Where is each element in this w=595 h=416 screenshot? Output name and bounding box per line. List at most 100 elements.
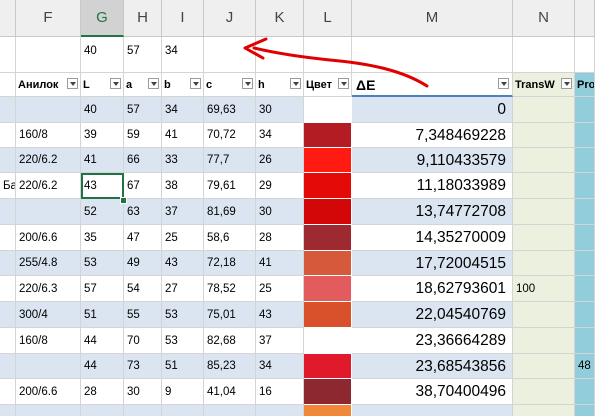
header-cell-j[interactable]: c (204, 73, 256, 97)
table-cell[interactable]: 47 (124, 225, 162, 251)
table-cell[interactable]: 51 (81, 302, 124, 328)
table-cell[interactable]: 39 (81, 123, 124, 148)
table-cell[interactable]: 58,6 (204, 225, 256, 251)
table-cell[interactable]: 34 (162, 97, 204, 123)
table-cell[interactable]: 79,61 (204, 173, 256, 199)
table-cell[interactable] (513, 328, 575, 354)
table-cell[interactable]: 55 (124, 302, 162, 328)
table-cell[interactable]: 220/6.3 (16, 276, 81, 302)
table-cell[interactable] (513, 405, 575, 416)
header-cell-i[interactable]: b (162, 73, 204, 97)
table-cell[interactable]: 160/8 (16, 328, 81, 354)
table-cell[interactable]: 38 (162, 173, 204, 199)
table-cell[interactable]: 200/6.6 (16, 379, 81, 405)
table-cell[interactable]: 40 (81, 97, 124, 123)
delta-e-cell[interactable]: 11,18033989 (352, 173, 513, 199)
delta-e-cell[interactable]: 18,62793601 (352, 276, 513, 302)
table-cell[interactable]: 57 (81, 276, 124, 302)
table-cell[interactable]: Ба (0, 173, 16, 199)
table-cell[interactable]: 41 (81, 148, 124, 173)
filter-dropdown-button[interactable] (110, 78, 121, 89)
color-swatch-cell[interactable] (304, 405, 352, 416)
table-cell[interactable] (575, 379, 595, 405)
table-cell[interactable]: 54 (124, 276, 162, 302)
table-cell[interactable]: 30 (124, 379, 162, 405)
table-cell[interactable] (575, 123, 595, 148)
table-cell[interactable]: 66 (124, 148, 162, 173)
table-cell[interactable]: 53 (162, 328, 204, 354)
table-cell[interactable] (124, 405, 162, 416)
table-cell[interactable]: 44 (81, 328, 124, 354)
table-cell[interactable]: 44 (81, 354, 124, 379)
spreadsheet-grid[interactable]: F G H I J K L M N 40 57 34 Анилок La b c h Цвет ΔE TransW Pr… (0, 0, 595, 416)
ref-cell-m[interactable] (352, 37, 513, 73)
delta-e-cell[interactable]: 38,70400496 (352, 379, 513, 405)
table-cell[interactable] (0, 148, 16, 173)
column-header-h[interactable]: H (124, 0, 162, 37)
delta-e-cell[interactable] (352, 405, 513, 416)
ref-cell-o[interactable] (575, 37, 595, 73)
table-cell[interactable]: 37 (256, 328, 304, 354)
column-header-j[interactable]: J (204, 0, 256, 37)
table-cell[interactable] (513, 97, 575, 123)
table-cell[interactable]: 57 (124, 97, 162, 123)
delta-e-cell[interactable]: 22,04540769 (352, 302, 513, 328)
table-cell[interactable]: 69,63 (204, 97, 256, 123)
filter-dropdown-button[interactable] (242, 78, 253, 89)
table-cell[interactable]: 78,52 (204, 276, 256, 302)
table-cell[interactable]: 72,18 (204, 251, 256, 276)
table-cell[interactable] (513, 199, 575, 225)
table-cell[interactable]: 28 (256, 225, 304, 251)
table-cell[interactable]: 73 (124, 354, 162, 379)
table-cell[interactable] (0, 379, 16, 405)
table-cell[interactable] (0, 123, 16, 148)
filter-dropdown-button[interactable] (148, 78, 159, 89)
table-cell[interactable]: 53 (81, 251, 124, 276)
filter-dropdown-button[interactable] (67, 78, 78, 89)
table-cell[interactable]: 41,04 (204, 379, 256, 405)
table-cell[interactable] (0, 276, 16, 302)
table-cell[interactable]: 81,69 (204, 199, 256, 225)
filter-dropdown-button[interactable] (190, 78, 201, 89)
table-cell[interactable]: 25 (162, 225, 204, 251)
table-cell[interactable]: 220/6.2 (16, 148, 81, 173)
delta-e-cell[interactable]: 9,110433579 (352, 148, 513, 173)
color-swatch-cell[interactable] (304, 173, 352, 199)
delta-e-cell[interactable]: 17,72004515 (352, 251, 513, 276)
color-swatch-cell[interactable] (304, 379, 352, 405)
header-cell-g[interactable]: L (81, 73, 124, 97)
table-cell[interactable]: 29 (256, 173, 304, 199)
column-header-n[interactable]: N (513, 0, 575, 37)
table-cell[interactable]: 82,68 (204, 328, 256, 354)
delta-e-cell[interactable]: 23,68543856 (352, 354, 513, 379)
header-cell-l[interactable]: Цвет (304, 73, 352, 97)
ref-cell-k[interactable] (256, 37, 304, 73)
table-cell[interactable]: 43 (256, 302, 304, 328)
table-cell[interactable]: 77,7 (204, 148, 256, 173)
table-cell[interactable] (162, 405, 204, 416)
table-cell[interactable]: 59 (124, 123, 162, 148)
table-cell[interactable] (575, 148, 595, 173)
table-cell[interactable] (513, 225, 575, 251)
table-cell[interactable] (513, 123, 575, 148)
table-cell[interactable]: 200/6.6 (16, 225, 81, 251)
table-cell[interactable]: 48 (575, 354, 595, 379)
table-cell[interactable]: 63 (124, 199, 162, 225)
color-swatch-cell[interactable] (304, 97, 352, 123)
table-cell[interactable] (575, 199, 595, 225)
header-cell-h[interactable]: a (124, 73, 162, 97)
table-cell[interactable] (204, 405, 256, 416)
color-swatch-cell[interactable] (304, 148, 352, 173)
delta-e-cell[interactable]: 7,348469228 (352, 123, 513, 148)
table-cell[interactable] (513, 379, 575, 405)
table-cell[interactable]: 9 (162, 379, 204, 405)
ref-cell-i[interactable]: 34 (162, 37, 204, 73)
table-cell[interactable] (0, 251, 16, 276)
table-cell[interactable] (575, 173, 595, 199)
table-cell[interactable] (0, 199, 16, 225)
table-cell[interactable]: 41 (256, 251, 304, 276)
ref-cell-l[interactable] (304, 37, 352, 73)
table-cell[interactable]: 43 (162, 251, 204, 276)
ref-cell-e[interactable] (0, 37, 16, 73)
table-cell[interactable] (0, 405, 16, 416)
